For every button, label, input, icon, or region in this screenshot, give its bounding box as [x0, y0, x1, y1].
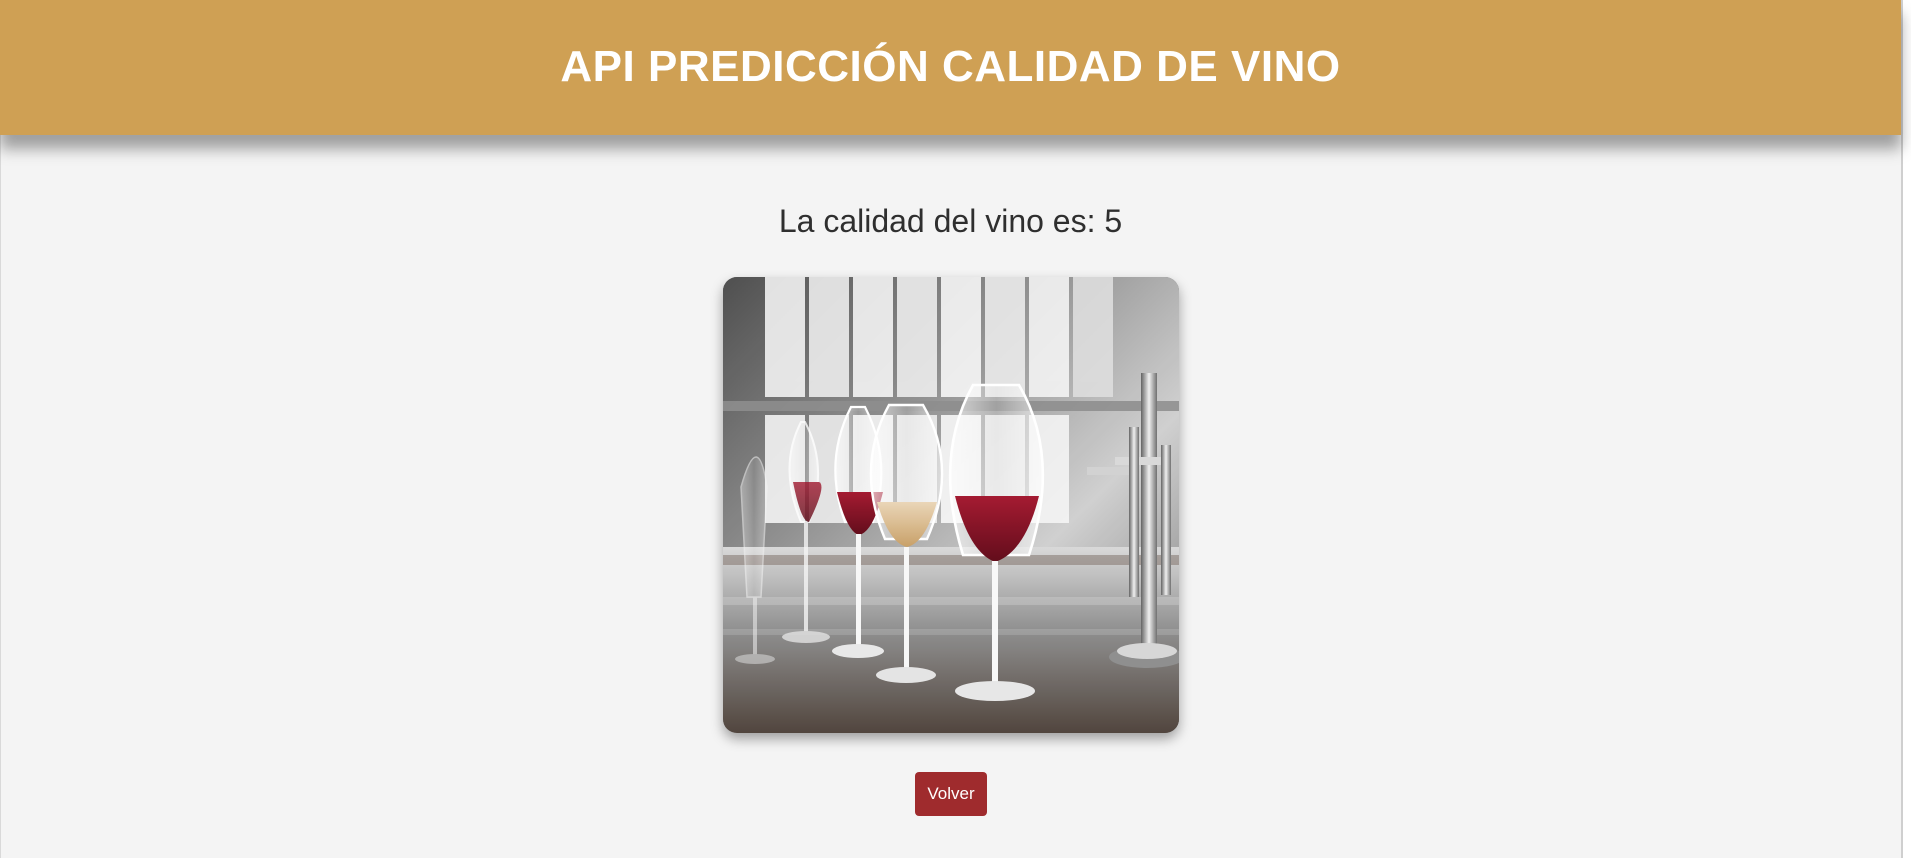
wine-glasses-image [723, 277, 1179, 733]
page-title: API PREDICCIÓN CALIDAD DE VINO [560, 41, 1341, 91]
site-header: API PREDICCIÓN CALIDAD DE VINO [0, 0, 1901, 135]
volver-button[interactable]: Volver [915, 772, 987, 816]
window-edge-scrollbar [1901, 0, 1911, 858]
quality-result: La calidad del vino es: 5 [778, 203, 1123, 239]
